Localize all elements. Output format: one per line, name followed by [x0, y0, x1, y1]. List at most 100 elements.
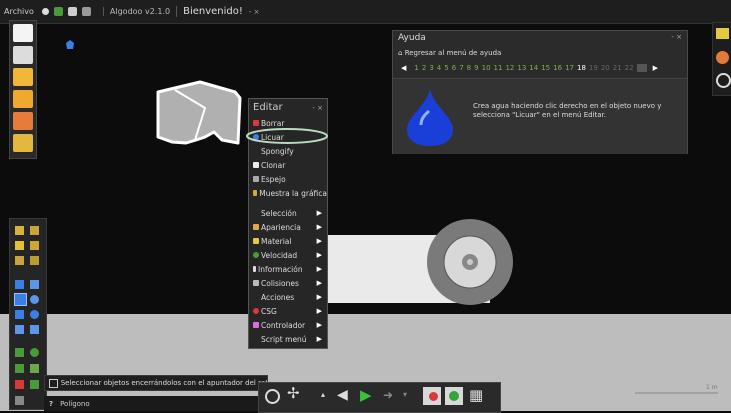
mirror-icon [253, 176, 259, 182]
open-icon[interactable] [13, 46, 33, 64]
grid-snap-icon[interactable] [423, 387, 441, 405]
grid-icon[interactable]: ▦ [469, 386, 483, 404]
chain-tool-icon[interactable] [30, 325, 39, 334]
right-toolbar [712, 22, 731, 96]
collision-icon [253, 280, 259, 286]
menu-item-grafica[interactable]: Muestra la gráfica [249, 186, 327, 200]
menu-item-clonar[interactable]: Clonar [249, 158, 327, 172]
plane-tool-icon[interactable] [15, 325, 24, 334]
submenu-arrow-icon: ▶ [316, 251, 322, 259]
submenu-acciones[interactable]: Acciones ▶ [249, 290, 327, 304]
page-number[interactable]: 18 [577, 64, 586, 72]
drag-tool-icon[interactable] [15, 280, 24, 289]
page-number[interactable]: 20 [601, 64, 610, 72]
edit-menu-controls[interactable]: - × [312, 104, 323, 112]
submenu-colisiones[interactable]: Colisiones ▶ [249, 276, 327, 290]
play-icon[interactable]: ▶ [360, 386, 372, 404]
cut-tool-icon[interactable] [30, 280, 39, 289]
page-number[interactable]: 7 [459, 64, 463, 72]
page-number[interactable]: 6 [452, 64, 456, 72]
page-number[interactable]: 14 [529, 64, 538, 72]
sketch-tool-icon[interactable] [15, 396, 24, 405]
page-number[interactable]: 13 [517, 64, 526, 72]
thruster-tool-icon[interactable] [30, 364, 39, 373]
camera-icon[interactable] [445, 387, 463, 405]
page-number[interactable]: 3 [429, 64, 433, 72]
submenu-arrow-icon: ▶ [316, 223, 322, 231]
menu-item-spongify[interactable]: Spongify [249, 144, 327, 158]
box-tool-icon[interactable] [15, 310, 24, 319]
page-number[interactable]: 19 [589, 64, 598, 72]
move-tool-icon[interactable] [15, 241, 24, 250]
layers-icon[interactable] [716, 28, 729, 39]
tracer-tool-icon[interactable] [30, 380, 39, 389]
hand-cursor-icon [66, 40, 74, 49]
settings-icon[interactable] [716, 73, 731, 88]
help-controls[interactable]: - × [671, 33, 682, 41]
submenu-informacion[interactable]: Información ▶ [249, 262, 327, 276]
page-number[interactable]: 5 [444, 64, 448, 72]
undo-icon[interactable]: ◀ [337, 387, 348, 403]
polygon-shape [156, 80, 242, 145]
notes-icon[interactable] [13, 134, 33, 152]
edit-menu-header: Editar - × [249, 99, 327, 116]
page-number[interactable]: 21 [613, 64, 622, 72]
palette-icon[interactable] [716, 51, 729, 64]
bottom-toolbar: ✢ ▴ ◀ ▶ ➜ ▾ ▦ [258, 382, 501, 413]
submenu-apariencia[interactable]: Apariencia ▶ [249, 220, 327, 234]
page-number[interactable]: 2 [422, 64, 426, 72]
prev-page-icon[interactable]: ◀ [401, 64, 406, 72]
submenu-script[interactable]: Script menú ▶ [249, 332, 327, 346]
polygon-tool-icon[interactable] [14, 293, 27, 306]
page-number[interactable]: 4 [437, 64, 441, 72]
gear-tool-icon[interactable] [30, 295, 39, 304]
submenu-controlador[interactable]: Controlador ▶ [249, 318, 327, 332]
brush-tool-icon[interactable] [15, 226, 24, 235]
save-folder-icon[interactable] [13, 90, 33, 108]
spring-tool-icon[interactable] [15, 348, 24, 357]
fixate-tool-icon[interactable] [15, 364, 24, 373]
laser-tool-icon[interactable] [15, 380, 24, 389]
submenu-velocidad[interactable]: Velocidad ▶ [249, 248, 327, 262]
status-hint: Seleccionar objetos encerrándolos con el… [44, 375, 268, 391]
hinge-tool-icon[interactable] [30, 348, 39, 357]
controller-icon [253, 322, 259, 328]
pencil-tool-icon[interactable] [30, 226, 39, 235]
zoom-icon[interactable] [265, 389, 280, 404]
page-number[interactable]: 12 [505, 64, 514, 72]
page-number[interactable]: 15 [541, 64, 550, 72]
circle-tool-icon[interactable] [30, 310, 39, 319]
new-scene-icon[interactable] [13, 24, 33, 42]
scale-label: 1 m [706, 384, 718, 391]
arrow-tool-icon[interactable] [30, 241, 39, 250]
help-back-link[interactable]: ⌂ Regresar al menú de ayuda [393, 49, 687, 57]
submenu-arrow-icon: ▶ [316, 293, 322, 301]
page-number[interactable]: 16 [553, 64, 562, 72]
next-page-icon[interactable]: ▶ [653, 64, 658, 72]
menu-item-espejo[interactable]: Espejo [249, 172, 327, 186]
page-list: 1 2 3 4 5 6 7 8 9 10 11 12 13 14 15 16 17 18 19 20 21 22 [414, 64, 636, 72]
checkbox-icon[interactable] [49, 378, 58, 388]
submenu-csg[interactable]: CSG ▶ [249, 304, 327, 318]
scale-tool-icon[interactable] [30, 256, 39, 265]
help-body: Crea agua haciendo clic derecho en el ob… [393, 78, 687, 154]
page-number[interactable]: 1 [414, 64, 418, 72]
page-number[interactable]: 10 [482, 64, 491, 72]
page-number[interactable]: 22 [625, 64, 634, 72]
rotate-tool-icon[interactable] [15, 256, 24, 265]
page-number[interactable]: 11 [494, 64, 503, 72]
page-number[interactable]: 17 [565, 64, 574, 72]
submenu-material[interactable]: Material ▶ [249, 234, 327, 248]
scenes-icon[interactable] [13, 112, 33, 130]
submenu-seleccion[interactable]: Selección ▶ [249, 206, 327, 220]
submenu-arrow-icon: ▶ [316, 335, 322, 343]
csg-icon [253, 308, 259, 314]
separator-dot-2: ▾ [403, 390, 408, 399]
folder-icon[interactable] [13, 68, 33, 86]
pan-icon[interactable]: ✢ [287, 384, 300, 402]
page-number[interactable]: 9 [474, 64, 478, 72]
redo-icon[interactable]: ➜ [383, 388, 393, 402]
page-number[interactable]: 8 [467, 64, 471, 72]
submenu-arrow-icon: ▶ [316, 209, 322, 217]
home-icon: ⌂ [398, 49, 403, 57]
